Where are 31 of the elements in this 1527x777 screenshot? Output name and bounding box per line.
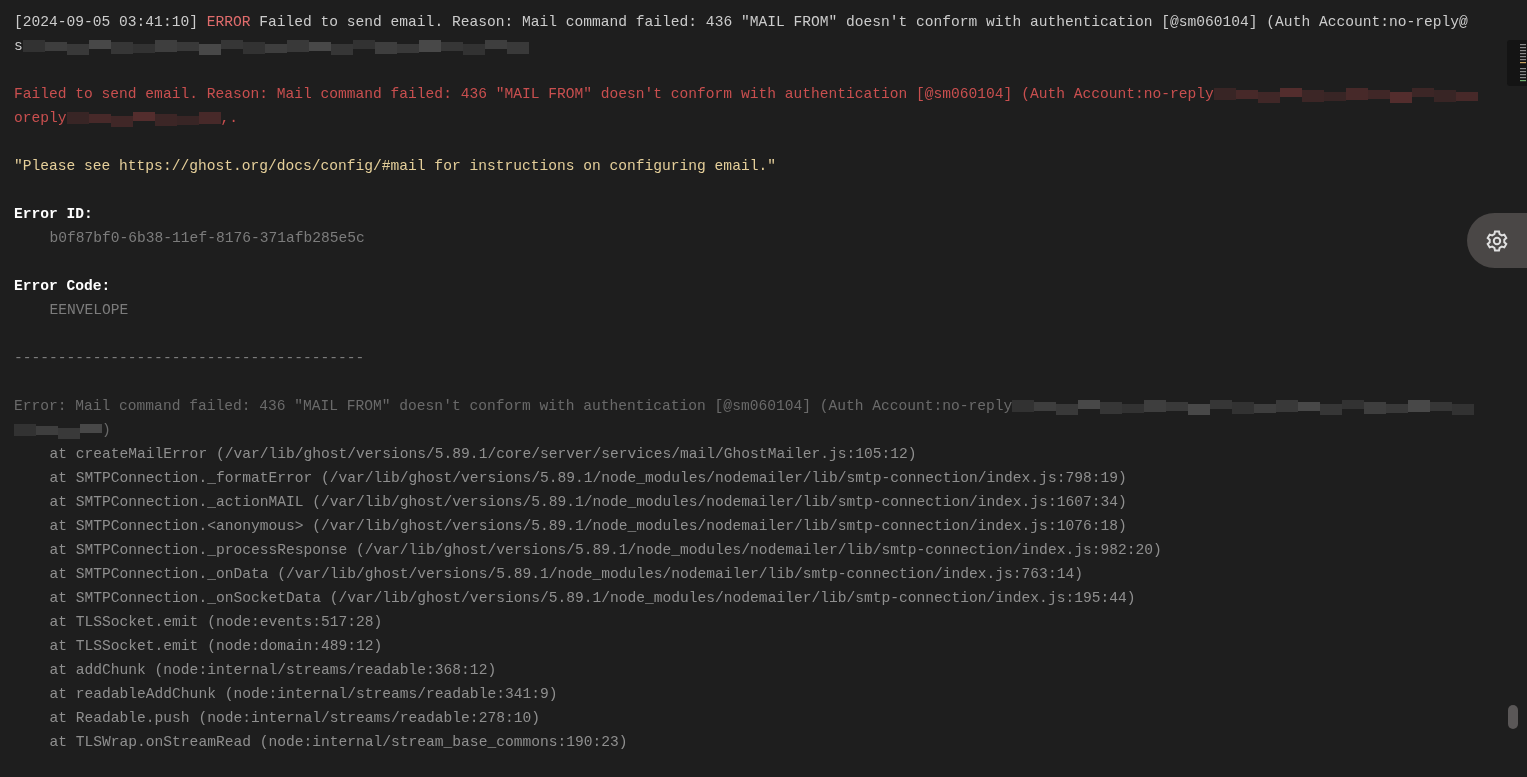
log-text: ): [102, 421, 111, 440]
log-text: at Readable.push (node:internal/streams/readable:278:10): [49, 709, 540, 728]
log-text: "Please see https://ghost.org/docs/config/#mail for instructions on configuring email.": [14, 157, 776, 176]
log-text: at SMTPConnection._formatError (/var/lib/ghost/versions/5.89.1/node_modules/nodemailer/lib/smtp-connection/index.js:798:19): [49, 469, 1127, 488]
log-text: at SMTPConnection._onSocketData (/var/lib/ghost/versions/5.89.1/node_modules/nodemailer/lib/smtp-connection/index.js:195:44): [49, 589, 1136, 608]
log-text: Error Code:: [14, 277, 111, 296]
log-text: at TLSWrap.onStreamRead (node:internal/stream_base_commons:190:23): [49, 733, 628, 752]
log-text: at readableAddChunk (node:internal/streams/readable:341:9): [49, 685, 558, 704]
settings-button[interactable]: [1467, 213, 1527, 268]
log-text: at TLSSocket.emit (node:domain:489:12): [49, 637, 383, 656]
log-text: Error ID:: [14, 205, 93, 224]
log-text: at SMTPConnection._actionMAIL (/var/lib/ghost/versions/5.89.1/node_modules/nodemailer/lib/smtp-connection/index.js:1607:34): [49, 493, 1127, 512]
log-text: oreply: [14, 109, 67, 128]
log-text: at SMTPConnection._processResponse (/var/lib/ghost/versions/5.89.1/node_modules/nodemailer/lib/smtp-connection/index.js:982:20): [49, 541, 1162, 560]
log-text: s: [14, 37, 23, 56]
log-text: at SMTPConnection._onData (/var/lib/ghost/versions/5.89.1/node_modules/nodemailer/lib/smtp-connection/index.js:763:14): [49, 565, 1083, 584]
log-text: ERROR: [206, 13, 251, 32]
log-text: at addChunk (node:internal/streams/readable:368:12): [49, 661, 497, 680]
log-text: Failed to send email. Reason: Mail command failed: 436 "MAIL FROM" doesn't conform with authentication [@sm060104] (Auth Account:no-reply@: [258, 13, 1468, 32]
log-text: b0f87bf0-6b38-11ef-8176-371afb285e5c: [49, 229, 365, 248]
scrollbar-thumb[interactable]: [1508, 705, 1518, 729]
log-text: ,.: [220, 109, 239, 128]
log-text: at TLSSocket.emit (node:events:517:28): [49, 613, 383, 632]
log-text: ----------------------------------------: [14, 349, 365, 368]
log-text: at createMailError (/var/lib/ghost/versions/5.89.1/core/server/services/mail/GhostMailer.js:105:12): [49, 445, 917, 464]
log-text: Failed to send email. Reason: Mail command failed: 436 "MAIL FROM" doesn't conform with authentication [@sm060104] (Auth Account:no-reply: [14, 85, 1214, 104]
log-text: at SMTPConnection.<anonymous> (/var/lib/ghost/versions/5.89.1/node_modules/nodemailer/lib/smtp-connection/index.js:1076:18): [49, 517, 1127, 536]
log-text: [2024-09-05 03:41:10]: [14, 13, 199, 32]
settings-icon: [1485, 228, 1509, 253]
log-text: EENVELOPE: [49, 301, 129, 320]
log-text: Error: Mail command failed: 436 "MAIL FROM" doesn't conform with authentication [@sm060104] (Auth Account:no-reply: [14, 397, 1013, 416]
